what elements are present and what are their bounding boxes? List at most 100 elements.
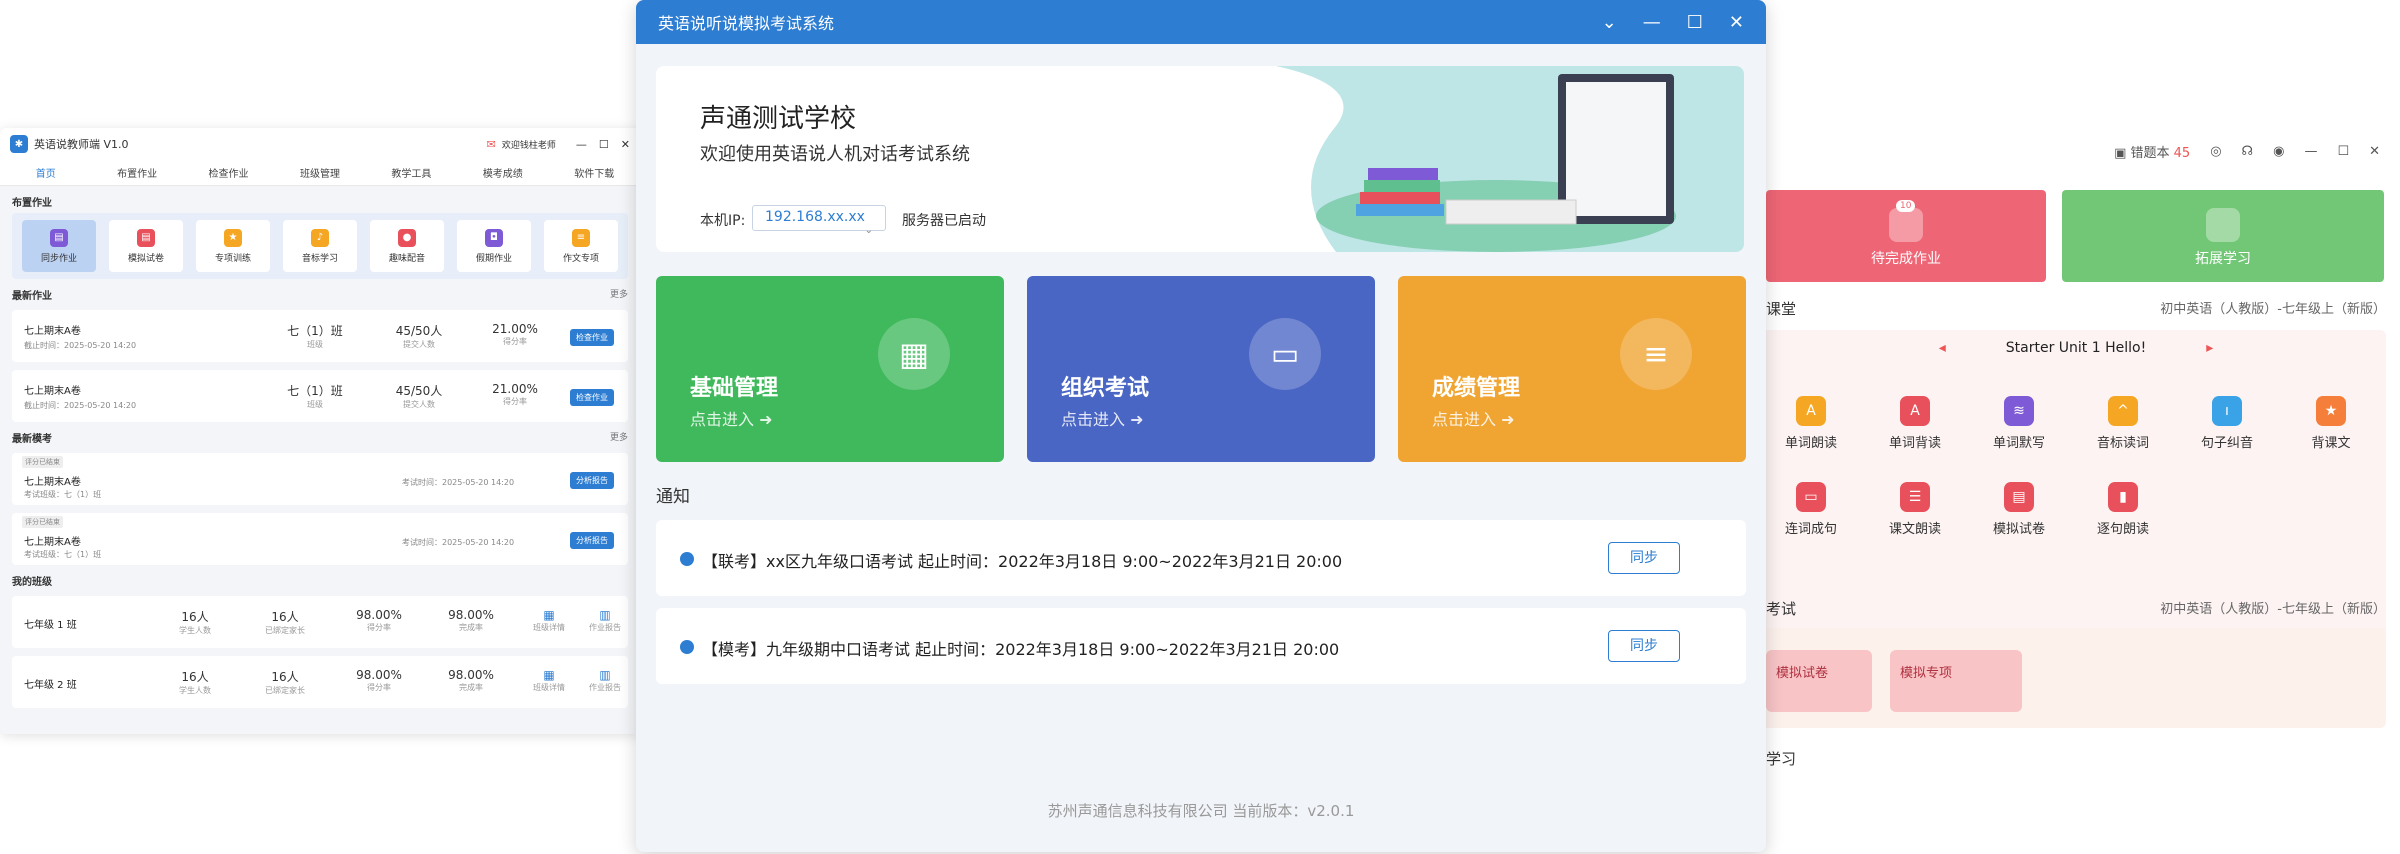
status-badge: 评分已结束 [22,456,63,468]
nav-home[interactable]: 首页 [0,165,91,180]
item-sentence-read[interactable]: ▮ 逐句朗读 [2078,482,2168,537]
maximize-icon[interactable]: ☐ [2337,144,2349,159]
welcome-banner: 声通测试学校 欢迎使用英语说人机对话考试系统 本机IP: 192.168.xx.… [656,66,1744,252]
homework-report-link[interactable]: ▥ 作业报告 [580,608,630,633]
wrongbook-button[interactable]: ▣ 错题本 45 [2114,142,2190,161]
phonetic-icon: ♪ [311,228,329,247]
close-icon[interactable]: ✕ [2369,144,2380,159]
minimize-icon[interactable]: — [1643,12,1661,33]
minimize-icon[interactable]: — [576,138,587,151]
item-mock-paper[interactable]: ▤ 模拟试卷 [1974,482,2064,537]
item-word-recite[interactable]: A 单词背读 [1870,396,1960,451]
item-recite-text[interactable]: ★ 背课文 [2286,396,2376,451]
item-word-sentence[interactable]: ▭ 连词成句 [1766,482,1856,537]
homework-icon [1889,208,1923,242]
quick-special[interactable]: ★ 专项训练 [196,220,270,272]
section-title: 课堂 [1766,300,1797,318]
exam-row: 评分已结束 七上期末A卷 考试班级：七（1）班 考试时间：2025-05-20 … [12,513,628,565]
tile-organize-exam[interactable]: ▭ 组织考试 点击进入 ➜ [1027,276,1375,462]
tile-basic-management[interactable]: ▦ 基础管理 点击进入 ➜ [656,276,1004,462]
star-icon: ★ [224,228,242,247]
check-homework-button[interactable]: 检查作业 [570,329,614,346]
server-status: 服务器已启动 [902,213,986,229]
class-row: 七年级 1 班 16人 学生人数 16人 已绑定家长 98.00% 得分率 98.00… [12,596,628,648]
unit-title[interactable]: ◂ Starter Unit 1 Hello! ▸ [1766,340,2386,356]
class-detail-link[interactable]: ▦ 班级详情 [524,608,574,633]
window-title: 英语说听说模拟考试系统 [658,14,835,33]
analysis-report-button[interactable]: 分析报告 [570,472,614,489]
analysis-report-button[interactable]: 分析报告 [570,532,614,549]
report-icon: ≡ [1620,318,1692,390]
student-titlebar: ▣ 错题本 45 ◎ ☊ ◉ — ☐ ✕ [1766,128,2400,174]
grid-icon: ▦ [878,318,950,390]
teacher-app-title: 英语说教师端 V1.0 [34,138,129,151]
chevron-down-icon[interactable]: ⌄ [1602,12,1617,33]
ip-select[interactable]: 192.168.xx.xx ⌄ [752,205,886,236]
quick-essay[interactable]: ≡ 作文专项 [544,220,618,272]
essay-icon: ≡ [572,228,590,247]
bag-icon: ◘ [485,228,503,247]
skin-icon[interactable]: ◎ [2210,144,2221,159]
item-text-read[interactable]: ☰ 课文朗读 [1870,482,1960,537]
quick-phonetics[interactable]: ♪ 音标学习 [283,220,357,272]
nav-class[interactable]: 班级管理 [274,165,365,180]
compass-icon [2206,208,2240,242]
sync-button[interactable]: 同步 [1608,542,1680,574]
school-name: 声通测试学校 [700,104,857,134]
message-icon [680,552,694,566]
mock-special-card[interactable]: 模拟专项 [1890,650,2022,712]
maximize-icon[interactable]: ☐ [1687,12,1703,33]
textbook-selector[interactable]: 初中英语（人教版）-七年级上（新版） [2160,298,2386,317]
ip-label: 本机IP: [700,213,746,229]
homework-report-link[interactable]: ▥ 作业报告 [580,668,630,693]
quick-holiday[interactable]: ◘ 假期作业 [457,220,531,272]
teacher-titlebar: ✱ 英语说教师端 V1.0 ✉ 欢迎钱柱老师 — ☐ ✕ [0,128,640,160]
nav-scores[interactable]: 模考成绩 [457,165,548,180]
homework-row: 七上期末A卷 截止时间：2025-05-20 14:20 七（1）班 班级 45/… [12,310,628,362]
sync-button[interactable]: 同步 [1608,630,1680,662]
exam-panel: 模拟试卷 模拟专项 [1766,628,2386,728]
item-word-dictation[interactable]: ≋ 单词默写 [1974,396,2064,451]
quick-mock-paper[interactable]: ▤ 模拟试卷 [109,220,183,272]
mail-icon[interactable]: ✉ [487,138,496,151]
check-homework-button[interactable]: 检查作业 [570,389,614,406]
more-link[interactable]: 更多 [610,287,628,302]
headset-icon[interactable]: ☊ [2242,144,2254,159]
monitor-icon: ▭ [1249,318,1321,390]
textbook-selector[interactable]: 初中英语（人教版）-七年级上（新版） [2160,598,2386,617]
minimize-icon[interactable]: — [2304,144,2317,159]
nav-download[interactable]: 软件下载 [549,165,640,180]
banner-illustration [1276,66,1744,252]
footer: 苏州声通信息科技有限公司 当前版本：v2.0.1 [1047,802,1355,820]
item-sentence-correct[interactable]: ı 句子纠音 [2182,396,2272,451]
tile-score-management[interactable]: ≡ 成绩管理 点击进入 ➜ [1398,276,1746,462]
close-icon[interactable]: ✕ [621,138,630,151]
more-link[interactable]: 更多 [610,430,628,445]
exam-row: 评分已结束 七上期末A卷 考试班级：七（1）班 考试时间：2025-05-20 … [12,453,628,505]
message-icon [680,640,694,654]
quick-dubbing[interactable]: ● 趣味配音 [370,220,444,272]
nav-check[interactable]: 检查作业 [183,165,274,180]
book-icon: ▤ [50,228,68,247]
item-word-read[interactable]: A 单词朗读 [1766,396,1856,451]
class-detail-link[interactable]: ▦ 班级详情 [524,668,574,693]
status-badge: 评分已结束 [22,516,63,528]
exam-system-window: 英语说听说模拟考试系统 ⌄ — ☐ ✕ 声通测试学校 欢迎使用英语说人机对话考试… [636,0,1766,852]
close-icon[interactable]: ✕ [1729,12,1744,33]
notice-row: 【模考】九年级期中口语考试 起止时间：2022年3月18日 9:00~2022年… [656,608,1746,684]
quick-sync-homework[interactable]: ▤ 同步作业 [22,220,96,272]
item-phonetic[interactable]: ^ 音标读词 [2078,396,2168,451]
extended-learning-tile[interactable]: 拓展学习 [2062,190,2384,282]
section-title: 考试 [1766,600,1797,618]
homework-row: 七上期末A卷 截止时间：2025-05-20 14:20 七（1）班 班级 45/… [12,370,628,422]
user-menu[interactable]: 欢迎钱柱老师 [502,138,556,151]
teacher-window: ✱ 英语说教师端 V1.0 ✉ 欢迎钱柱老师 — ☐ ✕ 首页 布置作业 检查作… [0,128,640,734]
maximize-icon[interactable]: ☐ [599,138,609,151]
exam-titlebar: 英语说听说模拟考试系统 ⌄ — ☐ ✕ [636,0,1766,44]
paper-icon: ▤ [137,228,155,247]
pending-homework-tile[interactable]: 待完成作业 10 [1766,190,2046,282]
eye-icon[interactable]: ◉ [2273,144,2284,159]
mock-paper-card[interactable]: 模拟试卷 [1766,650,1872,712]
nav-tools[interactable]: 教学工具 [366,165,457,180]
nav-assign[interactable]: 布置作业 [91,165,182,180]
